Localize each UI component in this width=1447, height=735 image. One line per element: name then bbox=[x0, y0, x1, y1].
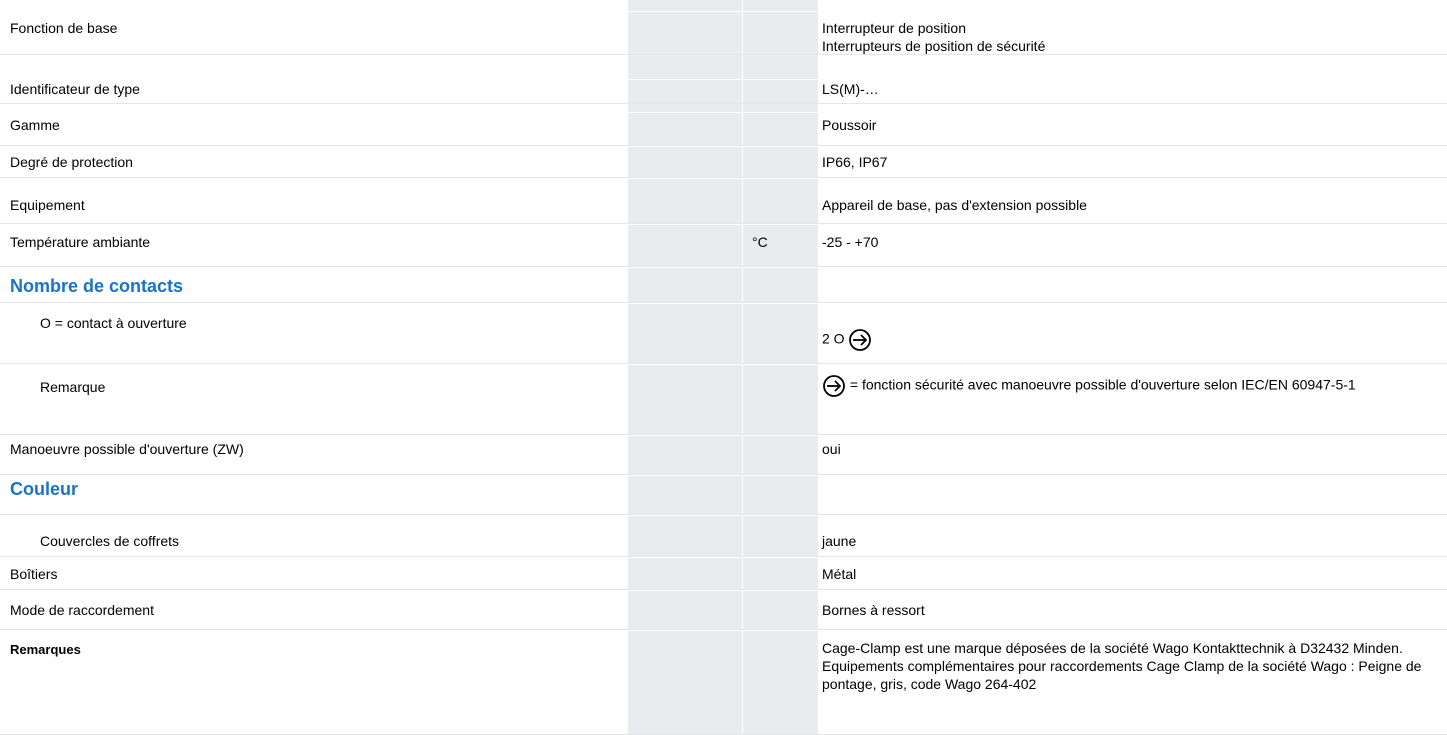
row-label: Identificateur de type bbox=[10, 81, 140, 97]
row-value: Cage-Clamp est une marque déposées de la… bbox=[822, 639, 1422, 693]
section-heading-contacts: Nombre de contacts bbox=[0, 267, 1447, 303]
circle-arrow-right-icon bbox=[823, 375, 845, 397]
row-label: Mode de raccordement bbox=[10, 602, 154, 618]
value-text: = fonction sécurité avec manoeuvre possi… bbox=[849, 376, 1356, 393]
row-couvercles: Couvercles de coffrets jaune bbox=[0, 515, 1447, 557]
row-label: Remarques bbox=[10, 642, 81, 657]
row-gamme: Gamme Poussoir bbox=[0, 112, 1447, 146]
row-label: Boîtiers bbox=[10, 566, 58, 582]
row-value: IP66, IP67 bbox=[822, 154, 888, 170]
row-contact-ouverture: O = contact à ouverture 2 O bbox=[0, 303, 1447, 364]
row-label: Couvercles de coffrets bbox=[40, 533, 180, 549]
row-label: Equipement bbox=[10, 197, 85, 213]
value-line: Cage-Clamp est une marque déposées de la… bbox=[822, 640, 1403, 656]
row-value: LS(M)-… bbox=[822, 81, 879, 97]
value-text: 2 O bbox=[822, 330, 845, 347]
row-value: 2 O bbox=[822, 328, 1427, 352]
row-identificateur: Identificateur de type LS(M)-… bbox=[0, 79, 1447, 104]
value-line: Equipements complémentaires pour raccord… bbox=[822, 658, 1422, 692]
row-fonction-de-base: Fonction de base Interrupteur de positio… bbox=[0, 11, 1447, 55]
spec-sheet: Fonction de base Interrupteur de positio… bbox=[0, 0, 1447, 735]
circle-arrow-right-icon bbox=[849, 329, 872, 351]
row-boitiers: Boîtiers Métal bbox=[0, 557, 1447, 590]
value-line: Interrupteur de position bbox=[822, 20, 966, 36]
row-label: Manoeuvre possible d'ouverture (ZW) bbox=[10, 441, 244, 457]
row-value: -25 - +70 bbox=[822, 234, 879, 250]
section-title: Nombre de contacts bbox=[10, 276, 184, 296]
row-value: Bornes à ressort bbox=[822, 602, 925, 618]
section-title: Couleur bbox=[10, 479, 79, 499]
row-label: Température ambiante bbox=[10, 234, 151, 250]
row-label: O = contact à ouverture bbox=[40, 315, 187, 331]
row-raccordement: Mode de raccordement Bornes à ressort bbox=[0, 590, 1447, 630]
row-equipement: Equipement Appareil de base, pas d'exten… bbox=[0, 178, 1447, 224]
row-value: Métal bbox=[822, 566, 857, 582]
row-manoeuvre: Manoeuvre possible d'ouverture (ZW) oui bbox=[0, 435, 1447, 475]
row-remarque: Remarque = fonction sécurité avec manoeu… bbox=[0, 364, 1447, 435]
row-unit: °C bbox=[752, 234, 768, 250]
row-value: Appareil de base, pas d'extension possib… bbox=[822, 197, 1087, 213]
row-label: Remarque bbox=[40, 379, 106, 395]
row-value: Interrupteur de position Interrupteurs d… bbox=[822, 19, 1427, 55]
section-heading-couleur: Couleur bbox=[0, 475, 1447, 515]
row-label: Fonction de base bbox=[10, 20, 118, 36]
row-temperature: Température ambiante °C -25 - +70 bbox=[0, 224, 1447, 267]
row-value: = fonction sécurité avec manoeuvre possi… bbox=[822, 374, 1412, 398]
row-label: Degré de protection bbox=[10, 154, 133, 170]
row-value: jaune bbox=[822, 533, 857, 549]
row-remarques: Remarques Cage-Clamp est une marque dépo… bbox=[0, 630, 1447, 735]
row-label: Gamme bbox=[10, 117, 60, 133]
value-line: Interrupteurs de position de sécurité bbox=[822, 38, 1046, 54]
row-value: oui bbox=[822, 441, 841, 457]
row-degre-protection: Degré de protection IP66, IP67 bbox=[0, 146, 1447, 178]
row-value: Poussoir bbox=[822, 117, 877, 133]
